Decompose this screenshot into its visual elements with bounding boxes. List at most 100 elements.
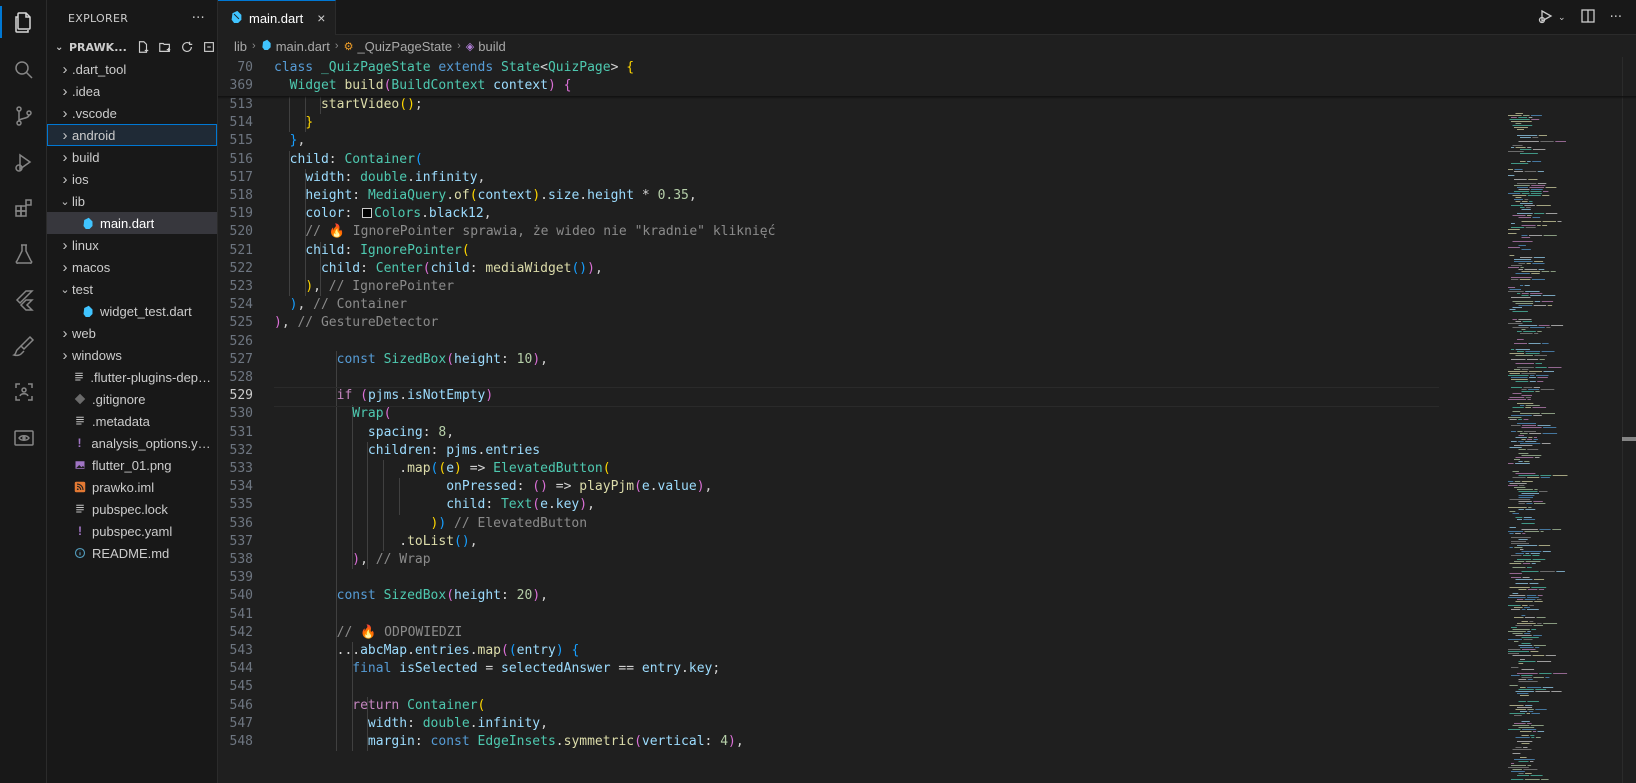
code-line[interactable]: 545: [218, 678, 1438, 696]
search-icon[interactable]: [0, 50, 47, 90]
code-line[interactable]: 517 width: double.infinity,: [218, 169, 1438, 187]
code-line[interactable]: 70 class _QuizPageState extends State<Qui…: [218, 59, 1438, 78]
tree-item-dart-tool[interactable]: › .dart_tool: [47, 58, 217, 80]
breadcrumb-lib[interactable]: lib: [234, 39, 247, 54]
tree-item-metadata[interactable]: .metadata: [47, 410, 217, 432]
code-line[interactable]: 546 return Container(: [218, 697, 1438, 715]
testing-icon[interactable]: [0, 234, 47, 274]
run-debug-icon[interactable]: [0, 142, 47, 182]
code-line[interactable]: 516 child: Container(: [218, 151, 1438, 169]
tree-item-pubspec-lock[interactable]: pubspec.lock: [47, 498, 217, 520]
code-line[interactable]: 521 child: IgnorePointer(: [218, 242, 1438, 260]
paint-icon[interactable]: [0, 326, 47, 366]
code-line[interactable]: 528: [218, 369, 1438, 387]
code-line[interactable]: 536 )) // ElevatedButton: [218, 515, 1438, 533]
minimap-token: [1511, 349, 1515, 350]
tree-item-lib[interactable]: ⌄ lib: [47, 190, 217, 212]
tab-main-dart[interactable]: main.dart ×: [218, 0, 337, 35]
code-line[interactable]: 515 },: [218, 132, 1438, 150]
files-icon[interactable]: [0, 2, 47, 42]
preview-icon[interactable]: [0, 418, 47, 458]
refresh-icon[interactable]: [179, 39, 195, 55]
tree-item-build[interactable]: › build: [47, 146, 217, 168]
code-line[interactable]: 540 const SizedBox(height: 20),: [218, 587, 1438, 605]
tree-item-linux[interactable]: › linux: [47, 234, 217, 256]
code-line[interactable]: 527 const SizedBox(height: 10),: [218, 351, 1438, 369]
folder-header[interactable]: ⌄ PRAWK...: [47, 36, 217, 58]
new-folder-icon[interactable]: [157, 39, 173, 55]
minimap-token: [1526, 263, 1531, 264]
tree-item-analysis-options-yaml[interactable]: ! analysis_options.yaml: [47, 432, 217, 454]
code-line[interactable]: 530 Wrap(: [218, 405, 1438, 423]
minimap[interactable]: [1502, 57, 1622, 783]
close-icon[interactable]: ×: [317, 10, 325, 26]
minimap-token: [1521, 293, 1529, 294]
tree-item-windows[interactable]: › windows: [47, 344, 217, 366]
code-line[interactable]: 539: [218, 569, 1438, 587]
code-line[interactable]: 524 ), // Container: [218, 296, 1438, 314]
tree-item-pubspec-yaml[interactable]: ! pubspec.yaml: [47, 520, 217, 542]
code-line[interactable]: 538 ), // Wrap: [218, 551, 1438, 569]
code-line[interactable]: 369 Widget build(BuildContext context) {: [218, 77, 1438, 96]
tree-item-gitignore[interactable]: .gitignore: [47, 388, 217, 410]
tree-item-test[interactable]: ⌄ test: [47, 278, 217, 300]
code-line[interactable]: 543 ...abcMap.entries.map((entry) {: [218, 642, 1438, 660]
code-line[interactable]: 532 children: pjms.entries: [218, 442, 1438, 460]
code-line[interactable]: 548 margin: const EdgeInsets.symmetric(v…: [218, 733, 1438, 751]
tree-item-main-dart[interactable]: main.dart: [47, 212, 217, 234]
vertical-scrollbar[interactable]: [1622, 57, 1636, 783]
code-line[interactable]: 533 .map((e) => ElevatedButton(: [218, 460, 1438, 478]
code-line[interactable]: 522 child: Center(child: mediaWidget()),: [218, 260, 1438, 278]
extensions-icon[interactable]: [0, 188, 47, 228]
code-line[interactable]: 526: [218, 333, 1438, 351]
minimap-token: [1539, 673, 1552, 674]
code-line[interactable]: 519 color: Colors.black12,: [218, 205, 1438, 223]
code-line[interactable]: 535 child: Text(e.key),: [218, 496, 1438, 514]
scroll-thumb[interactable]: [1622, 437, 1636, 441]
tree-item-flutter-plugins-depen[interactable]: .flutter-plugins-depen...: [47, 366, 217, 388]
code-line[interactable]: 529 if (pjms.isNotEmpty): [218, 387, 1439, 408]
code-line[interactable]: 514 }: [218, 114, 1438, 132]
tree-item-idea[interactable]: › .idea: [47, 80, 217, 102]
remote-explorer-icon[interactable]: [0, 372, 47, 412]
tree-item-prawko-iml[interactable]: prawko.iml: [47, 476, 217, 498]
more-actions-icon[interactable]: ···: [192, 11, 205, 26]
code-line[interactable]: 523 ), // IgnorePointer: [218, 278, 1438, 296]
breadcrumb-method[interactable]: build: [478, 39, 505, 54]
code-line[interactable]: 537 .toList(),: [218, 533, 1438, 551]
minimap-token: [1517, 559, 1532, 560]
code-line[interactable]: 541: [218, 606, 1438, 624]
tree-item-vscode[interactable]: › .vscode: [47, 102, 217, 124]
tree-item-flutter-01-png[interactable]: flutter_01.png: [47, 454, 217, 476]
code-line[interactable]: 544 final isSelected = selectedAnswer ==…: [218, 660, 1438, 678]
more-actions-icon[interactable]: ···: [1610, 10, 1622, 25]
run-icon[interactable]: [1538, 8, 1554, 28]
tree-item-ios[interactable]: › ios: [47, 168, 217, 190]
new-file-icon[interactable]: [135, 39, 151, 55]
tree-item-readme-md[interactable]: README.md: [47, 542, 217, 564]
tree-item-widget-test-dart[interactable]: widget_test.dart: [47, 300, 217, 322]
breadcrumb-file[interactable]: main.dart: [276, 39, 330, 54]
code-line[interactable]: 547 width: double.infinity,: [218, 715, 1438, 733]
run-dropdown-chevron-icon[interactable]: ⌄: [1558, 13, 1566, 23]
code-line[interactable]: 531 spacing: 8,: [218, 424, 1438, 442]
collapse-all-icon[interactable]: [201, 39, 217, 55]
breadcrumb-class[interactable]: _QuizPageState: [357, 39, 452, 54]
minimap-token: [1518, 539, 1528, 540]
code-line[interactable]: 520 // 🔥 IgnorePointer sprawia, że wideo…: [218, 223, 1438, 241]
minimap-token: [1537, 425, 1551, 426]
code-line[interactable]: 518 height: MediaQuery.of(context).size.…: [218, 187, 1438, 205]
split-editor-icon[interactable]: [1580, 8, 1596, 28]
code-line[interactable]: 525), // GestureDetector: [218, 314, 1438, 332]
tree-item-web[interactable]: › web: [47, 322, 217, 344]
tree-item-android[interactable]: › android: [47, 124, 217, 146]
tree-item-macos[interactable]: › macos: [47, 256, 217, 278]
minimap-token: [1514, 179, 1527, 180]
tree-item-label: README.md: [92, 545, 170, 561]
code-line[interactable]: 534 onPressed: () => playPjm(e.value),: [218, 478, 1438, 496]
source-control-icon[interactable]: [0, 96, 47, 136]
flutter-icon[interactable]: [0, 280, 47, 320]
code-editor[interactable]: 513 startVideo(); 514 } 515 }, 516 child: C…: [218, 57, 1636, 783]
minimap-token: [1511, 359, 1526, 360]
code-line[interactable]: 542 // 🔥 ODPOWIEDZI: [218, 624, 1438, 642]
